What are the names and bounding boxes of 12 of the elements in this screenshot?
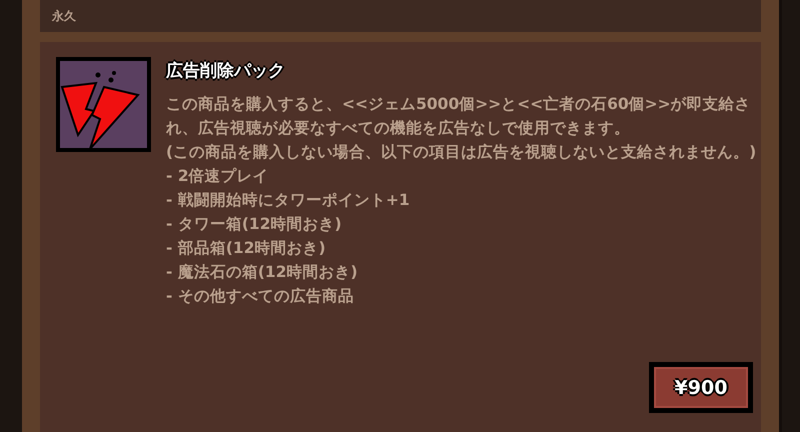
section-label: 永久: [52, 8, 76, 24]
product-description: この商品を購入すると、<<ジェム5000個>>と<<亡者の石60個>>が即支給され、広告視聴が必要なすべての機能を広告なしで使用できます。: [166, 94, 752, 139]
broken-ad-icon: [56, 57, 151, 152]
benefit-item: - 2倍速プレイ: [166, 166, 270, 187]
benefit-item: - 部品箱(12時間おき): [166, 238, 327, 259]
product-title: 広告削除パック: [166, 60, 286, 82]
benefit-item: - その他すべての広告商品: [166, 286, 355, 307]
benefit-item: - 魔法石の箱(12時間おき): [166, 262, 359, 283]
price-button[interactable]: ¥900: [649, 362, 753, 413]
benefit-item: - 戦闘開始時にタワーポイント+1: [166, 190, 411, 211]
benefit-item: - タワー箱(12時間おき): [166, 214, 343, 235]
product-description: (この商品を購入しない場合、以下の項目は広告を視聴しないと支給されません。): [166, 142, 758, 163]
